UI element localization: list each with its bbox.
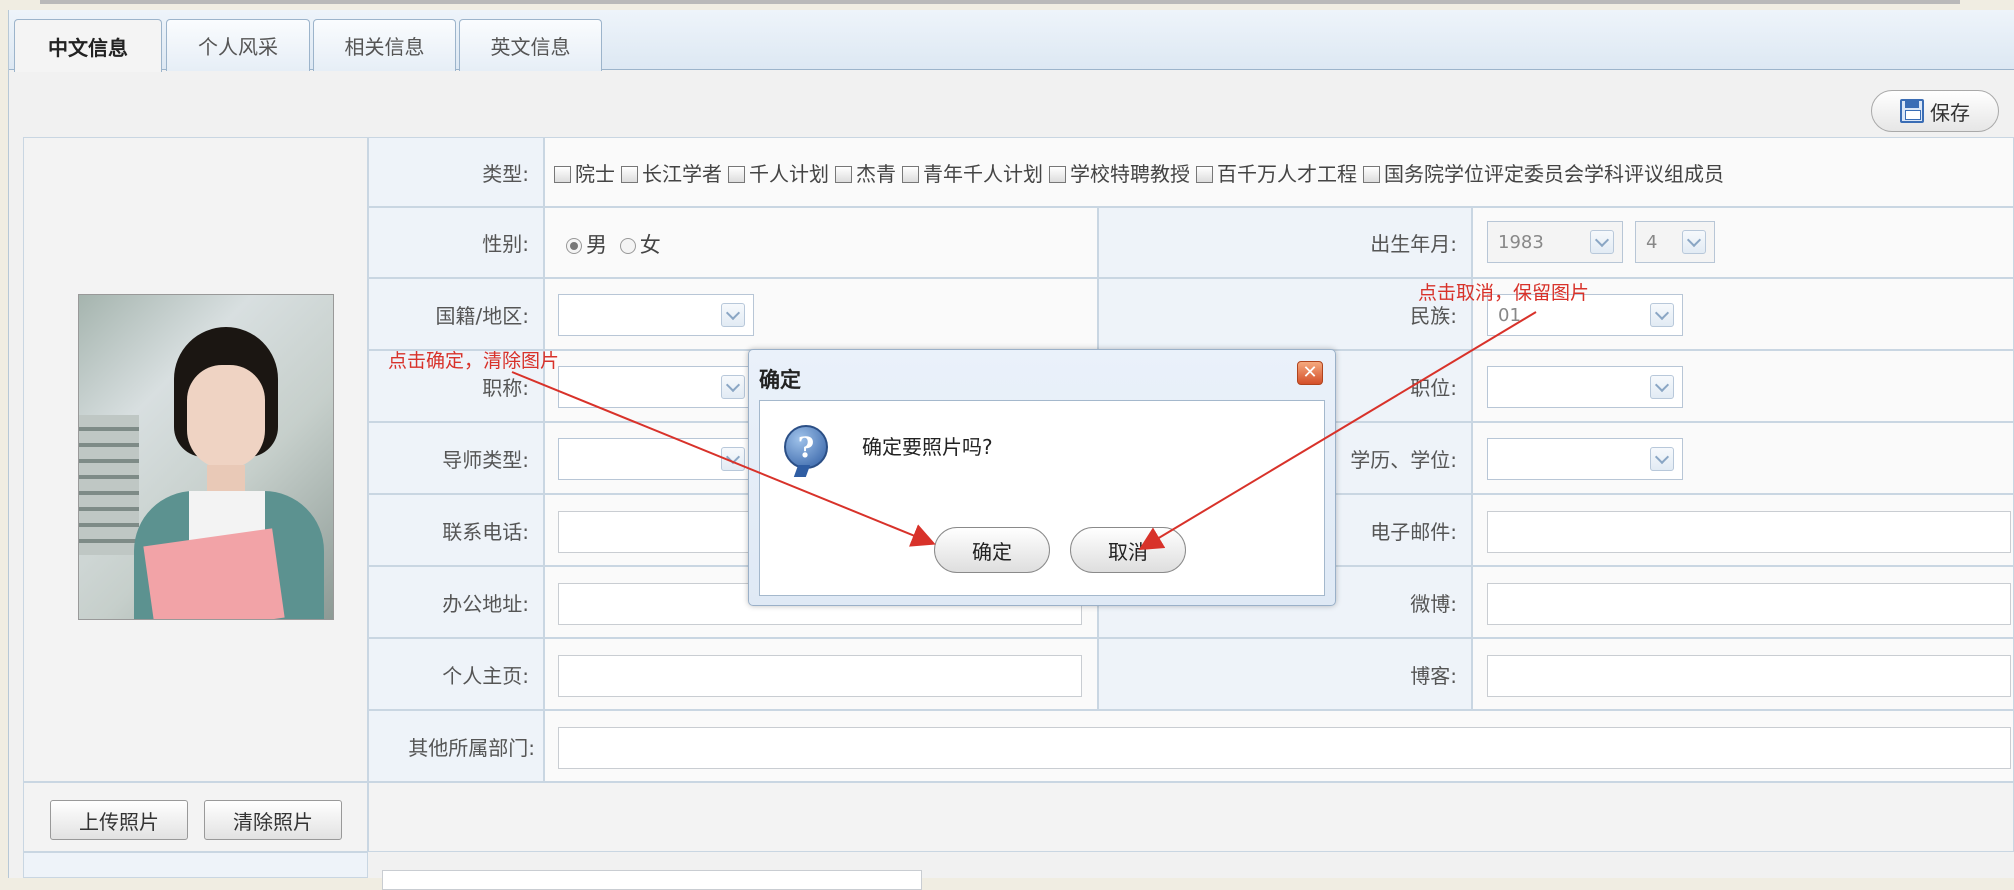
profile-photo (78, 294, 334, 620)
tab-related-info[interactable]: 相关信息 (313, 19, 456, 71)
bottom-label-cell (23, 852, 368, 878)
empty-row-cell (368, 782, 2014, 852)
tab-bar: 中文信息 个人风采 相关信息 英文信息 (9, 10, 2014, 72)
chevron-down-icon (1650, 375, 1674, 399)
checkbox[interactable] (1363, 165, 1380, 183)
clear-label: 清除照片 (233, 809, 313, 834)
other-dept-label: 其他所属部门: (368, 710, 544, 782)
gender-label: 性别: (368, 207, 544, 278)
tab-chinese-info[interactable]: 中文信息 (14, 19, 162, 72)
ok-label: 确定 (972, 539, 1012, 564)
chevron-down-icon (721, 447, 745, 471)
dialog-body: ? 确定要照片吗? 确定 取消 (759, 400, 1325, 596)
birth-label: 出生年月: (1098, 207, 1472, 278)
gender-radio-male[interactable] (566, 238, 582, 254)
type-option-label: 千人计划 (749, 161, 829, 186)
gender-radio-female[interactable] (619, 238, 636, 254)
checkbox[interactable] (554, 165, 571, 183)
tab-label: 英文信息 (490, 35, 571, 59)
question-icon: ? (784, 425, 828, 469)
birth-year-select[interactable]: 1983 (1487, 221, 1623, 263)
checkbox[interactable] (621, 165, 638, 183)
chevron-down-icon (1590, 230, 1614, 254)
chevron-down-icon (1650, 303, 1674, 327)
tab-label: 中文信息 (48, 35, 128, 60)
dialog-title: 确定 (759, 368, 801, 392)
checkbox[interactable] (902, 165, 919, 183)
blog-label: 博客: (1098, 638, 1472, 710)
type-option[interactable]: 百千万人才工程 (1196, 158, 1357, 187)
title-select[interactable] (558, 366, 754, 408)
office-label: 办公地址: (368, 566, 544, 638)
type-option[interactable]: 学校特聘教授 (1049, 158, 1190, 187)
nationality-select[interactable] (558, 294, 754, 336)
nationality-label: 国籍/地区: (368, 278, 544, 350)
annotation-ok-note: 点击确定，清除图片 (388, 350, 560, 372)
chevron-down-icon (721, 303, 745, 327)
position-select[interactable] (1487, 366, 1683, 408)
type-option[interactable]: 千人计划 (728, 158, 829, 187)
type-checkbox-group: 院士 长江学者 千人计划 杰青 青年千人计划 学校特聘教授 百千万人才工程 国务院学位评定委员… (554, 137, 1730, 207)
type-option-label: 院士 (575, 161, 615, 186)
gender-female-label: 女 (639, 233, 661, 257)
bottom-input[interactable] (382, 870, 922, 890)
checkbox[interactable] (1196, 165, 1213, 183)
type-option[interactable]: 杰青 (835, 158, 896, 187)
tab-label: 相关信息 (344, 35, 425, 59)
dialog-cancel-button[interactable]: 取消 (1070, 527, 1186, 573)
tab-english-info[interactable]: 英文信息 (459, 19, 602, 71)
type-option[interactable]: 院士 (554, 158, 615, 187)
degree-select[interactable] (1487, 438, 1683, 480)
checkbox[interactable] (1049, 165, 1066, 183)
checkbox[interactable] (835, 165, 852, 183)
chevron-down-icon (1650, 447, 1674, 471)
gender-radio-group: 男 女 (566, 229, 661, 259)
tab-personal-style[interactable]: 个人风采 (166, 19, 310, 71)
confirm-dialog: 确定 ✕ ? 确定要照片吗? 确定 取消 (748, 349, 1336, 606)
chevron-down-icon (1682, 230, 1706, 254)
tab-label: 个人风采 (198, 35, 278, 59)
type-option-label: 长江学者 (642, 161, 722, 186)
other-dept-input[interactable] (558, 727, 2011, 769)
email-input[interactable] (1487, 511, 2011, 553)
dialog-message: 确定要照片吗? (862, 435, 993, 459)
mentor-select[interactable] (558, 438, 754, 480)
type-option[interactable]: 长江学者 (621, 158, 722, 187)
type-option[interactable]: 青年千人计划 (902, 158, 1043, 187)
phone-label: 联系电话: (368, 494, 544, 566)
close-icon[interactable]: ✕ (1297, 361, 1323, 385)
upload-photo-button[interactable]: 上传照片 (50, 800, 188, 840)
blog-input[interactable] (1487, 655, 2011, 697)
type-label: 类型: (368, 137, 544, 207)
type-option-label: 杰青 (856, 161, 896, 186)
gender-male-label: 男 (586, 233, 607, 257)
cancel-label: 取消 (1108, 539, 1148, 564)
save-button[interactable]: 保存 (1871, 90, 1999, 132)
checkbox[interactable] (728, 165, 745, 183)
birth-month-select[interactable]: 4 (1635, 221, 1715, 263)
dialog-ok-button[interactable]: 确定 (934, 527, 1050, 573)
type-option-label: 青年千人计划 (923, 161, 1043, 186)
floppy-disk-icon (1900, 99, 1924, 123)
homepage-input[interactable] (558, 655, 1082, 697)
homepage-label: 个人主页: (368, 638, 544, 710)
type-option-label: 国务院学位评定委员会学科评议组成员 (1384, 161, 1724, 186)
type-option-label: 学校特聘教授 (1070, 161, 1190, 186)
mentor-label: 导师类型: (368, 422, 544, 494)
type-option-label: 百千万人才工程 (1217, 161, 1357, 186)
save-label: 保存 (1930, 100, 1970, 125)
weibo-input[interactable] (1487, 583, 2011, 625)
type-option[interactable]: 国务院学位评定委员会学科评议组成员 (1363, 158, 1724, 187)
ethnicity-label: 民族: (1098, 278, 1472, 350)
top-scrollbar[interactable] (40, 0, 1960, 4)
chevron-down-icon (721, 375, 745, 399)
upload-label: 上传照片 (79, 809, 159, 834)
clear-photo-button[interactable]: 清除照片 (204, 800, 342, 840)
annotation-cancel-note: 点击取消，保留图片 (1418, 282, 1590, 304)
